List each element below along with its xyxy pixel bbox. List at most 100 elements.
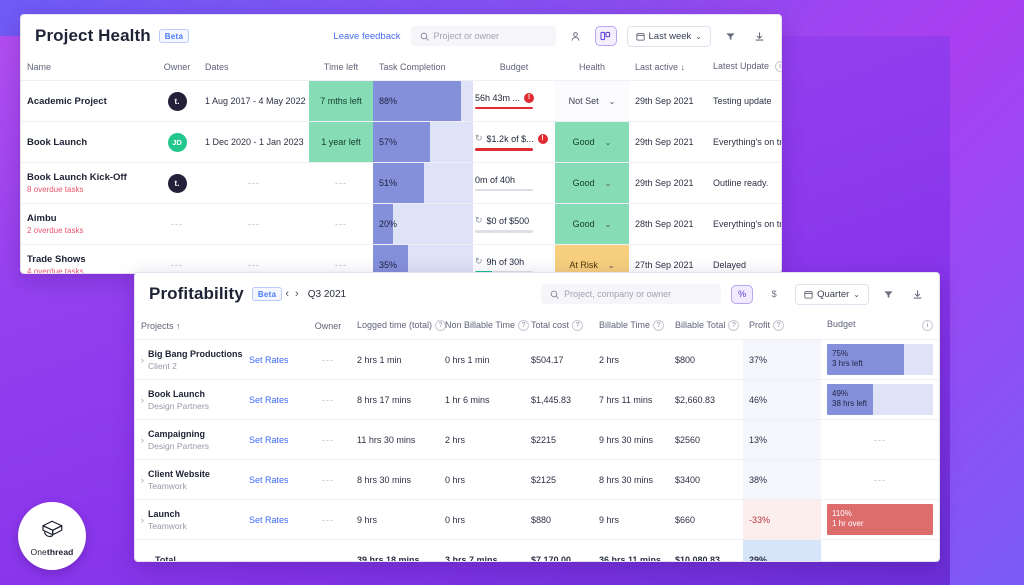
table-row[interactable]: › Book Launch Design Partners Set Rates -…	[135, 379, 939, 420]
cell-project-name[interactable]: Aimbu 2 overdue tasks	[21, 203, 155, 245]
cell-health[interactable]: Not Set ⌄	[555, 80, 629, 122]
table-row[interactable]: › Big Bang Productions Client 2 Set Rate…	[135, 339, 939, 380]
cell-budget[interactable]: ---	[821, 419, 939, 460]
health-dropdown[interactable]: Not Set ⌄	[555, 81, 629, 122]
cell-set-rates[interactable]: Set Rates	[243, 379, 305, 420]
cell-budget[interactable]: ↻ $0 of $500	[473, 203, 555, 245]
health-dropdown[interactable]: Good ⌄	[555, 163, 629, 204]
table-row[interactable]: › Launch Teamwork Set Rates --- 9 hrs 0 hrs…	[135, 499, 939, 540]
col-owner[interactable]: Owner	[155, 57, 199, 81]
cell-owner[interactable]: t.	[155, 80, 199, 122]
info-icon[interactable]: ?	[773, 320, 785, 331]
cell-project[interactable]: › Book Launch Design Partners	[135, 379, 243, 420]
expand-chevron-icon[interactable]: ›	[141, 395, 148, 405]
col-task-completion[interactable]: Task Completion	[373, 57, 473, 81]
cell-set-rates[interactable]: Set Rates	[243, 499, 305, 540]
table-row[interactable]: Academic Project t. 1 Aug 2017 - 4 May 2…	[21, 80, 781, 122]
board-view-icon[interactable]	[594, 26, 617, 46]
download-icon[interactable]	[750, 27, 769, 46]
expand-chevron-icon[interactable]: ›	[141, 355, 148, 365]
health-dropdown[interactable]: At Risk ⌄	[555, 245, 629, 273]
cell-health[interactable]: Good ⌄	[555, 121, 629, 163]
col-budget[interactable]: Budget i	[821, 315, 939, 340]
table-row[interactable]: Aimbu 2 overdue tasks --- --- --- 20% ↻ …	[21, 203, 781, 245]
cell-set-rates[interactable]: Set Rates	[243, 459, 305, 500]
empty-value: ---	[171, 260, 183, 271]
cell-budget[interactable]: 56h 43m ... !	[473, 80, 555, 122]
download-icon[interactable]	[908, 285, 927, 304]
cell-budget[interactable]: 49% 38 hrs left	[821, 379, 939, 420]
col-total-cost[interactable]: Total cost?	[525, 315, 593, 340]
col-billable-time[interactable]: Billable Time?	[593, 315, 669, 340]
cell-owner[interactable]: ---	[155, 244, 199, 273]
info-icon[interactable]: i	[922, 320, 933, 331]
leave-feedback-link[interactable]: Leave feedback	[333, 31, 400, 42]
currency-toggle[interactable]: $	[763, 285, 785, 304]
health-dropdown[interactable]: Good ⌄	[555, 204, 629, 245]
table-row[interactable]: Book Launch Kick-Off 8 overdue tasks t. …	[21, 162, 781, 204]
info-icon[interactable]: ?	[728, 320, 740, 331]
cell-project-name[interactable]: Book Launch Kick-Off 8 overdue tasks	[21, 162, 155, 204]
col-non-billable-time[interactable]: Non Billable Time?	[439, 315, 530, 340]
avatar[interactable]: t.	[167, 91, 187, 111]
expand-chevron-icon[interactable]: ›	[141, 435, 148, 445]
cell-budget[interactable]: ↻ 9h of 30h	[473, 244, 555, 273]
cell-project-name[interactable]: Trade Shows 4 overdue tasks	[21, 244, 155, 273]
cell-health[interactable]: Good ⌄	[555, 162, 629, 204]
col-last-active[interactable]: Last active ↓	[629, 57, 707, 81]
range-filter[interactable]: Quarter ⌄	[795, 283, 869, 305]
info-icon[interactable]: ?	[518, 320, 530, 331]
avatar[interactable]: JD	[167, 132, 187, 152]
cell-project[interactable]: › Client Website Teamwork	[135, 459, 243, 500]
previous-period-button[interactable]: ‹	[282, 288, 292, 300]
health-dropdown[interactable]: Good ⌄	[555, 122, 629, 163]
next-period-button[interactable]: ›	[292, 288, 302, 300]
table-row[interactable]: › Client Website Teamwork Set Rates --- 8 …	[135, 459, 939, 500]
cell-budget[interactable]: 75% 3 hrs left	[821, 339, 939, 380]
refresh-icon: ↻	[475, 215, 483, 226]
expand-chevron-icon[interactable]: ›	[141, 475, 148, 485]
cell-project[interactable]: › Big Bang Productions Client 2	[135, 339, 243, 380]
avatar[interactable]: t.	[167, 173, 187, 193]
cell-project[interactable]: › Campaigning Design Partners	[135, 419, 243, 460]
col-time-left[interactable]: Time left	[309, 57, 373, 81]
cell-project[interactable]: › Launch Teamwork	[135, 499, 243, 540]
cell-budget[interactable]: 110% 1 hr over	[821, 499, 939, 540]
table-row[interactable]: Trade Shows 4 overdue tasks --- --- --- …	[21, 244, 781, 273]
col-dates[interactable]: Dates	[199, 57, 309, 81]
expand-chevron-icon[interactable]: ›	[141, 515, 148, 525]
col-name[interactable]: Name	[21, 57, 155, 81]
col-billable-total[interactable]: Billable Total?	[669, 315, 743, 340]
person-icon[interactable]	[566, 27, 585, 46]
cell-project-name[interactable]: Book Launch	[21, 121, 155, 163]
cell-budget[interactable]: ---	[821, 459, 939, 500]
cell-set-rates[interactable]: Set Rates	[243, 419, 305, 460]
percent-toggle[interactable]: %	[731, 284, 754, 304]
cell-project-name[interactable]: Academic Project	[21, 80, 155, 122]
table-row[interactable]: Book Launch JD 1 Dec 2020 - 1 Jan 2023 1…	[21, 121, 781, 163]
info-icon[interactable]: i	[774, 61, 781, 73]
col-logged-time[interactable]: Logged time (total)?	[351, 315, 447, 340]
cell-owner[interactable]: t.	[155, 162, 199, 204]
date-range-filter[interactable]: Last week ⌄	[626, 25, 711, 47]
col-profit[interactable]: Profit?	[743, 315, 821, 340]
cell-set-rates[interactable]: Set Rates	[243, 339, 305, 380]
col-budget[interactable]: Budget	[473, 57, 555, 81]
search-input[interactable]: Project or owner	[410, 26, 556, 46]
cell-health[interactable]: At Risk ⌄	[555, 244, 629, 273]
col-owner[interactable]: Owner	[305, 315, 351, 340]
info-icon[interactable]: ?	[653, 320, 665, 331]
cell-owner[interactable]: JD	[155, 121, 199, 163]
filter-icon[interactable]	[879, 285, 898, 304]
col-projects[interactable]: Projects ↑	[135, 315, 305, 340]
cell-budget[interactable]: 0m of 40h	[473, 162, 555, 204]
table-row[interactable]: › Campaigning Design Partners Set Rates -…	[135, 419, 939, 460]
col-health[interactable]: Health	[555, 57, 629, 81]
profitability-search-input[interactable]: Project, company or owner	[541, 284, 722, 304]
info-icon[interactable]: ?	[572, 320, 584, 331]
cell-health[interactable]: Good ⌄	[555, 203, 629, 245]
filter-icon[interactable]	[721, 27, 740, 46]
cell-budget[interactable]: ↻ $1.2k of $... !	[473, 121, 555, 163]
col-latest-update[interactable]: Latest Update i	[707, 57, 781, 81]
cell-owner[interactable]: ---	[155, 203, 199, 245]
